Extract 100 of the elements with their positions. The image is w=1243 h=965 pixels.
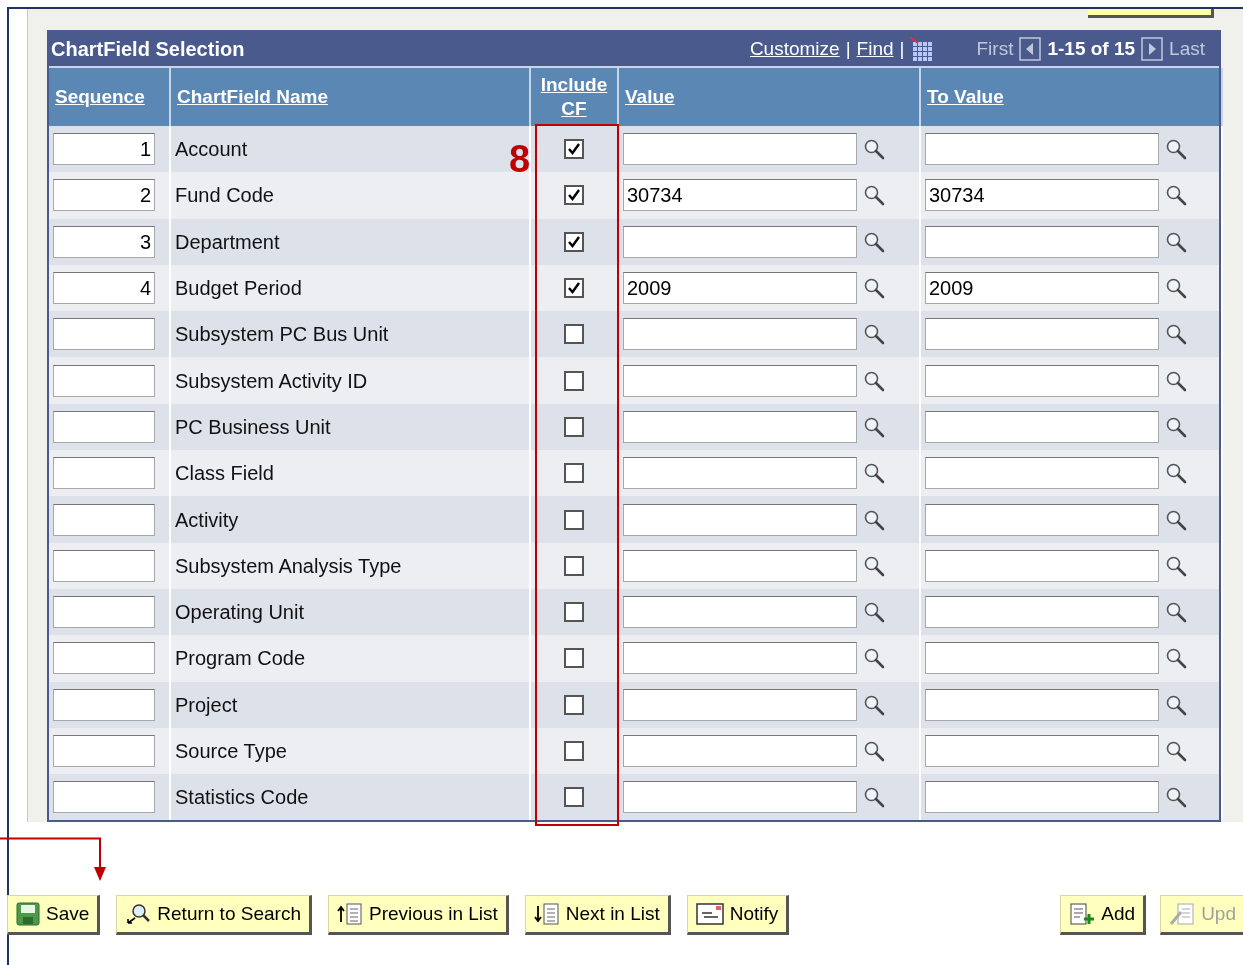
customize-link[interactable]: Customize <box>749 34 840 64</box>
sequence-field[interactable] <box>53 549 155 582</box>
search-button[interactable]: Return to Search <box>116 895 312 935</box>
value-field[interactable] <box>623 225 857 258</box>
to-value-field[interactable] <box>925 781 1159 814</box>
sequence-field[interactable] <box>53 596 155 629</box>
search-icon[interactable] <box>863 230 885 253</box>
search-icon[interactable] <box>1165 554 1187 577</box>
to-value-field[interactable]: 30734 <box>925 179 1159 212</box>
value-field[interactable] <box>623 503 857 536</box>
sequence-field[interactable]: 4 <box>53 272 155 305</box>
previous-page-icon[interactable] <box>1019 37 1042 61</box>
search-icon[interactable] <box>863 415 885 438</box>
search-icon[interactable] <box>1165 693 1187 716</box>
search-icon[interactable] <box>1165 601 1187 624</box>
next-page-icon[interactable] <box>1141 37 1164 61</box>
include-checkbox[interactable] <box>564 787 584 808</box>
sequence-field[interactable] <box>53 318 155 351</box>
include-checkbox[interactable] <box>564 694 584 715</box>
sequence-field[interactable]: 3 <box>53 225 155 258</box>
to-value-field[interactable] <box>925 688 1159 721</box>
value-field[interactable] <box>623 735 857 767</box>
next-button[interactable]: Next in List <box>524 895 671 935</box>
sequence-field[interactable]: 2 <box>53 179 155 212</box>
include-checkbox[interactable] <box>564 139 584 160</box>
search-icon[interactable] <box>863 462 885 485</box>
sequence-field[interactable] <box>53 364 155 397</box>
search-icon[interactable] <box>863 277 885 300</box>
cut-off-button[interactable] <box>1088 9 1214 18</box>
search-icon[interactable] <box>863 693 885 716</box>
search-icon[interactable] <box>1165 184 1187 207</box>
search-icon[interactable] <box>1165 415 1187 438</box>
to-value-field[interactable] <box>925 364 1159 397</box>
include-checkbox[interactable] <box>564 463 584 484</box>
to-value-field[interactable] <box>925 642 1159 675</box>
include-checkbox[interactable] <box>564 741 584 761</box>
sequence-field[interactable] <box>53 688 155 721</box>
search-icon[interactable] <box>1165 323 1187 346</box>
column-header-link[interactable]: To Value <box>927 85 1004 109</box>
value-field[interactable] <box>623 318 857 351</box>
sequence-field[interactable] <box>53 457 155 490</box>
to-value-field[interactable]: 2009 <box>925 272 1159 305</box>
find-link[interactable]: Find <box>856 34 894 64</box>
search-icon[interactable] <box>863 647 885 670</box>
search-icon[interactable] <box>863 554 885 577</box>
search-icon[interactable] <box>1165 647 1187 670</box>
value-field[interactable] <box>623 781 857 814</box>
value-field[interactable] <box>623 457 857 490</box>
search-icon[interactable] <box>863 786 885 809</box>
search-icon[interactable] <box>863 508 885 531</box>
include-checkbox[interactable] <box>564 370 584 391</box>
column-header-link[interactable]: Value <box>625 85 675 109</box>
grid-download-icon[interactable] <box>910 37 935 61</box>
include-checkbox[interactable] <box>564 185 584 206</box>
to-value-field[interactable] <box>925 457 1159 490</box>
to-value-field[interactable] <box>925 503 1159 536</box>
to-value-field[interactable] <box>925 318 1159 351</box>
search-icon[interactable] <box>1165 508 1187 531</box>
value-field[interactable] <box>623 133 857 166</box>
search-icon[interactable] <box>1165 277 1187 300</box>
search-icon[interactable] <box>863 601 885 624</box>
value-field[interactable]: 2009 <box>623 272 857 305</box>
value-field[interactable] <box>623 364 857 397</box>
sequence-field[interactable] <box>53 735 155 767</box>
search-icon[interactable] <box>1165 740 1187 762</box>
column-header-link[interactable]: Include CF <box>539 73 609 121</box>
value-field[interactable] <box>623 642 857 675</box>
search-icon[interactable] <box>863 369 885 392</box>
include-checkbox[interactable] <box>564 278 584 299</box>
save-button[interactable]: Save <box>7 895 101 935</box>
sequence-field[interactable] <box>53 503 155 536</box>
sequence-field[interactable] <box>53 410 155 443</box>
add-button[interactable]: Add <box>1060 895 1147 935</box>
column-header-link[interactable]: ChartField Name <box>177 85 328 109</box>
search-icon[interactable] <box>1165 138 1187 161</box>
notify-button[interactable]: Notify <box>686 895 790 935</box>
sequence-field[interactable] <box>53 642 155 675</box>
search-icon[interactable] <box>1165 369 1187 392</box>
include-checkbox[interactable] <box>564 416 584 437</box>
search-icon[interactable] <box>1165 230 1187 253</box>
column-header-link[interactable]: Sequence <box>55 85 145 109</box>
previous-button[interactable]: Previous in List <box>327 895 509 935</box>
include-checkbox[interactable] <box>564 555 584 576</box>
to-value-field[interactable] <box>925 410 1159 443</box>
to-value-field[interactable] <box>925 735 1159 767</box>
value-field[interactable]: 30734 <box>623 179 857 212</box>
to-value-field[interactable] <box>925 596 1159 629</box>
include-checkbox[interactable] <box>564 509 584 530</box>
value-field[interactable] <box>623 596 857 629</box>
to-value-field[interactable] <box>925 225 1159 258</box>
include-checkbox[interactable] <box>564 324 584 345</box>
search-icon[interactable] <box>863 138 885 161</box>
value-field[interactable] <box>623 688 857 721</box>
search-icon[interactable] <box>1165 786 1187 809</box>
to-value-field[interactable] <box>925 549 1159 582</box>
include-checkbox[interactable] <box>564 648 584 669</box>
search-icon[interactable] <box>863 323 885 346</box>
include-checkbox[interactable] <box>564 602 584 623</box>
sequence-field[interactable]: 1 <box>53 133 155 166</box>
search-icon[interactable] <box>863 184 885 207</box>
